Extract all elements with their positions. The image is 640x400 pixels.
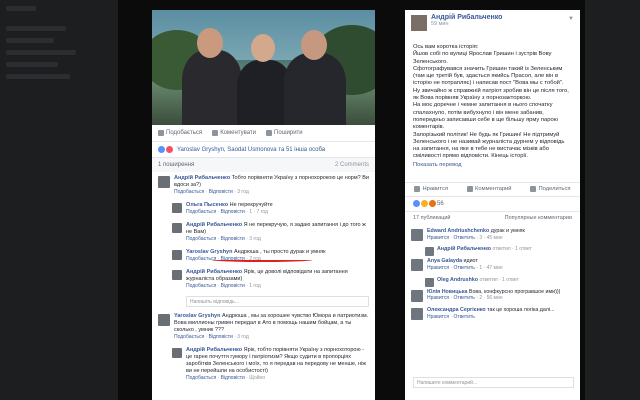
comments-count[interactable]: 2 Comments — [335, 162, 369, 168]
comment-meta: Подобається · Відповісти · 3 год — [186, 236, 261, 242]
comment-author[interactable]: Yaroslav Gryshyn — [186, 249, 232, 255]
avatar[interactable] — [411, 259, 423, 272]
share-button[interactable]: Поширити — [266, 130, 303, 136]
comment-author[interactable]: Андрій Рибальченко — [186, 222, 242, 228]
comment-button[interactable]: Комментарий — [467, 186, 512, 193]
comment-author[interactable]: Yaroslav Gryshyn — [174, 313, 220, 319]
comment-author[interactable]: Юлія Новицька — [427, 289, 467, 295]
comment-author[interactable]: Ольга Пысенко — [186, 202, 228, 208]
thumbs-up-icon — [158, 130, 164, 136]
comment-item: Yaroslav Gryshyn Андрюша , мы за хорошее… — [152, 310, 375, 344]
reply-item: Андрій Рибальченко Ярік, це доволі відпо… — [152, 266, 375, 293]
comment-item: Edward Andriushchenko дурак и умняк Нрав… — [405, 225, 580, 244]
reactions-summary[interactable]: 56 — [405, 197, 580, 211]
comment-meta: Подобається · Відповісти · 1 · 7 год — [186, 209, 268, 215]
comment-meta: Нравится · Ответить · 1 · 47 мин — [427, 264, 503, 271]
comment-text: Андрюша , ты просто дурак и умняк — [234, 249, 326, 255]
comment-author[interactable]: Edward Andriushchenko — [427, 228, 489, 234]
reply-thread-link[interactable]: Андрій Рибальченко ответил · 1 ответ — [405, 243, 580, 257]
comment-meta: Подобається · Відповісти · Щойно — [186, 375, 266, 381]
comment-icon — [467, 186, 474, 193]
comment-item: Олександра Сергієнко так це хороша логік… — [405, 304, 580, 323]
share-icon — [266, 130, 273, 136]
post-text: Ось вам коротка історія: Йшов собі по ву… — [413, 44, 569, 160]
reply-item: Ольга Пысенко Не перекручуйте Подобаєтьс… — [152, 199, 375, 219]
reply-input[interactable]: Напишіть відповідь... — [186, 296, 369, 307]
like-reaction-icon — [413, 200, 420, 208]
comment-author[interactable]: Андрій Рибальченко — [186, 269, 242, 275]
comment-text: идиот — [463, 258, 478, 265]
story-post-panel: Андрій Рибальченко 59 мин ▼ Ось вам коро… — [405, 10, 580, 400]
comment-meta: Подобається · Відповісти · 3 год — [174, 334, 249, 340]
love-reaction-icon — [166, 146, 173, 153]
angry-reaction-icon — [429, 200, 436, 208]
avatar[interactable] — [172, 223, 182, 233]
dimmed-right-page — [585, 0, 640, 400]
like-button[interactable]: Нравится — [414, 186, 448, 193]
screen: Подобається Коментувати Поширити Yarosla… — [0, 0, 640, 400]
dimmed-left-page — [0, 0, 118, 400]
reactions-summary[interactable]: Yaroslav Gryshyn, Saodat Usmonova та 51 … — [152, 142, 375, 158]
comment-author[interactable]: Андрій Рибальченко — [174, 175, 230, 181]
avatar[interactable] — [172, 270, 182, 280]
avatar[interactable] — [411, 15, 427, 31]
publications-count[interactable]: 17 публикаций — [413, 215, 451, 221]
comment-author[interactable]: Андрій Рибальченко — [437, 246, 491, 252]
avatar[interactable] — [172, 250, 182, 260]
comment-meta: Подобається · Відповісти · 1 год — [186, 283, 261, 289]
post-action-bar: Нравится Комментарий Поделиться — [405, 181, 580, 197]
comment-author[interactable]: Anya Galayda — [427, 258, 462, 264]
share-icon — [530, 186, 537, 193]
post-time[interactable]: 59 мин — [431, 21, 580, 27]
comment-sort[interactable]: Популярные комментарии — [505, 215, 572, 221]
shares-row: 17 публикаций Популярные комментарии — [405, 210, 580, 225]
chevron-down-icon[interactable]: ▼ — [568, 16, 574, 22]
avatar[interactable] — [411, 228, 423, 241]
comment-text: Не перекручуйте — [229, 202, 273, 208]
comment-author[interactable]: Oleg Andrushko — [437, 277, 478, 283]
avatar[interactable] — [158, 314, 170, 326]
comment-text: так це хороша логіка далі... — [487, 307, 555, 314]
shares-row: 1 поширення 2 Comments — [152, 158, 375, 172]
post-action-bar: Подобається Коментувати Поширити — [152, 125, 375, 142]
comment-author[interactable]: Андрій Рибальченко — [186, 347, 242, 353]
avatar[interactable] — [172, 348, 182, 358]
share-button[interactable]: Поделиться — [530, 186, 571, 193]
comment-input[interactable]: Напишите комментарий... — [413, 377, 574, 388]
post-author[interactable]: Андрій Рибальченко — [431, 14, 580, 21]
comment-meta: Нравится · Ответить · 3 · 45 мин — [427, 234, 503, 241]
post-photo[interactable] — [152, 10, 375, 125]
haha-reaction-icon — [421, 200, 428, 208]
red-underline-annotation — [212, 258, 312, 262]
comment-icon — [212, 130, 219, 136]
thumbs-up-icon — [414, 186, 421, 193]
comment-meta: Нравится · Ответить — [427, 313, 475, 320]
reply-item: Андрій Рибальченко Я не перекручую, я за… — [152, 219, 375, 246]
avatar[interactable] — [411, 289, 423, 302]
avatar[interactable] — [172, 203, 182, 213]
like-button[interactable]: Подобається — [158, 130, 202, 136]
shared-post-panel: Подобається Коментувати Поширити Yarosla… — [152, 10, 375, 400]
like-reaction-icon — [158, 146, 165, 153]
post-header: Андрій Рибальченко 59 мин ▼ — [405, 10, 580, 38]
avatar[interactable] — [158, 176, 170, 188]
reply-item: Андрій Рибальченко Ярік, тобто порівняти… — [152, 344, 375, 385]
comment-item: Юлія Новицька Вова, конфкурсно програвшо… — [405, 286, 580, 305]
comment-author[interactable]: Олександра Сергієнко — [427, 307, 486, 313]
reply-thread-link[interactable]: Oleg Andrushko ответил · 1 ответ — [405, 274, 580, 287]
comment-item: Anya Galayda идиот Нравится · Ответить ·… — [405, 255, 580, 274]
shares-count[interactable]: 1 поширення — [158, 162, 194, 168]
comment-meta: Нравится · Ответить · 2 · 56 мин — [427, 295, 503, 302]
comment-text: дурак и умняк — [490, 227, 525, 234]
comment-button[interactable]: Коментувати — [212, 130, 256, 136]
show-translation-link[interactable]: Показать перевод — [405, 162, 580, 168]
comment-text: Вова, конфкурсно програвшое ими))) — [468, 288, 561, 295]
reply-item: Yaroslav Gryshyn Андрюша , ты просто дур… — [152, 246, 375, 266]
avatar[interactable] — [411, 308, 423, 321]
comment-item: Андрій Рибальченко Тобто порівняти Украї… — [152, 172, 375, 199]
comment-meta: Подобається · Відповісти · 3 год — [174, 189, 249, 195]
